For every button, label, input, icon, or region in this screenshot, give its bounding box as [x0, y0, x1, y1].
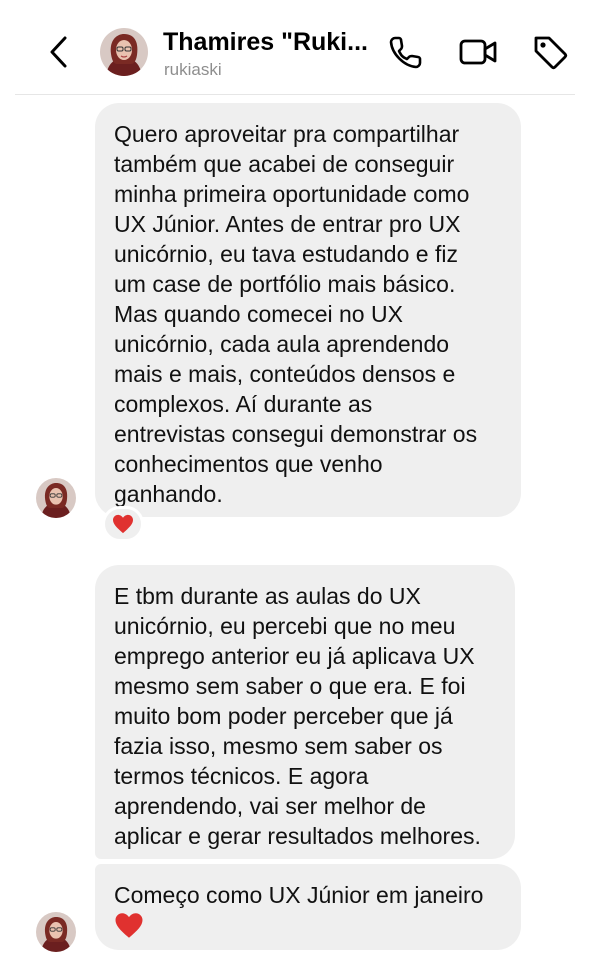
- message-text: Começo como UX Júnior em janeiro: [114, 882, 484, 908]
- message-bubble[interactable]: Quero aproveitar pra compartilhar também…: [95, 103, 521, 517]
- heart-icon: [115, 913, 143, 938]
- tag-button[interactable]: [530, 32, 570, 72]
- message-reaction[interactable]: [102, 506, 144, 542]
- heart-icon: [113, 514, 133, 534]
- contact-name[interactable]: Thamires "Ruki...: [163, 28, 373, 57]
- message-bubble[interactable]: Começo como UX Júnior em janeiro: [95, 864, 521, 950]
- contact-username: rukiaski: [164, 60, 222, 79]
- chat-header: Thamires "Ruki... rukiaski: [0, 0, 602, 95]
- message-text: E tbm durante as aulas do UX unicórnio, …: [114, 583, 481, 849]
- phone-call-button[interactable]: [386, 32, 426, 72]
- video-call-button[interactable]: [458, 32, 498, 72]
- back-button[interactable]: [44, 32, 74, 72]
- sender-avatar[interactable]: [36, 912, 76, 952]
- sender-avatar[interactable]: [36, 478, 76, 518]
- message-bubble[interactable]: E tbm durante as aulas do UX unicórnio, …: [95, 565, 515, 859]
- header-divider: [15, 94, 575, 95]
- contact-avatar[interactable]: [100, 28, 148, 76]
- message-text: Quero aproveitar pra compartilhar também…: [114, 121, 478, 507]
